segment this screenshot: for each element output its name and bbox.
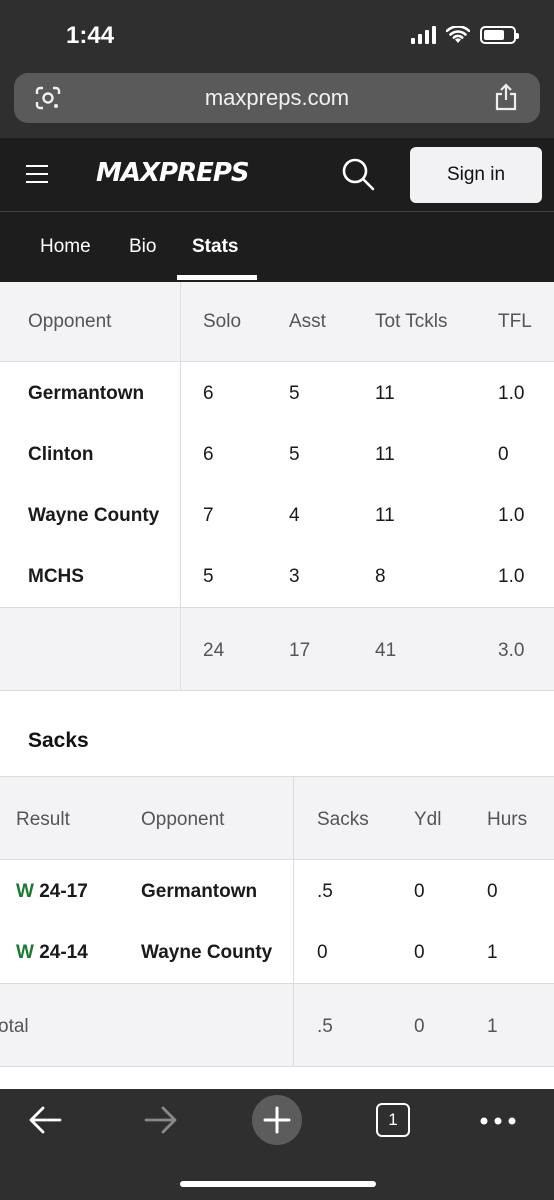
column-header[interactable]: Opponent	[141, 809, 224, 831]
opponent-cell[interactable]: MCHS	[28, 566, 84, 588]
profile-tabs: Home Bio Stats	[0, 212, 554, 282]
new-tab-plus-icon[interactable]	[251, 1094, 303, 1146]
status-time: 1:44	[66, 22, 115, 49]
more-options-icon[interactable]	[480, 1117, 516, 1125]
hamburger-menu-icon[interactable]	[26, 165, 48, 183]
column-header[interactable]: Ydl	[414, 809, 441, 831]
tab-bio[interactable]: Bio	[129, 212, 156, 282]
opponent-cell[interactable]: Germantown	[141, 881, 257, 903]
column-header[interactable]: Solo	[203, 311, 241, 333]
score[interactable]: 24-14	[39, 942, 88, 963]
table-body: W 24-17 Germantown .5 0 0 W 24-14 Wayne …	[0, 860, 554, 983]
forward-arrow-icon[interactable]	[144, 1105, 178, 1135]
total-tfl: 3.0	[498, 640, 525, 661]
table-header-row: Opponent Solo Asst Tot Tckls TFL	[0, 282, 554, 362]
column-header[interactable]: Opponent	[28, 311, 111, 333]
solo-cell: 6	[203, 444, 214, 465]
result-cell: W 24-17	[16, 881, 88, 903]
totals-row: otal .5 0 1	[0, 983, 554, 1067]
asst-cell: 4	[289, 505, 300, 526]
totals-row: 24 17 41 3.0	[0, 607, 554, 691]
opponent-cell[interactable]: Clinton	[28, 444, 93, 466]
result-cell: W 24-14	[16, 942, 88, 964]
tab-switcher-icon[interactable]: 1	[376, 1103, 410, 1137]
tab-stats[interactable]: Stats	[192, 212, 238, 282]
tot-tckls-cell: 8	[375, 566, 386, 587]
wifi-icon	[446, 26, 470, 43]
status-icons	[411, 26, 519, 44]
total-ydl: 0	[414, 1016, 425, 1037]
home-indicator[interactable]	[180, 1181, 376, 1187]
asst-cell: 3	[289, 566, 300, 587]
asst-cell: 5	[289, 444, 300, 465]
tab-home[interactable]: Home	[40, 212, 91, 282]
tfl-cell: 1.0	[498, 383, 525, 404]
ydl-cell: 0	[414, 881, 425, 902]
back-arrow-icon[interactable]	[28, 1105, 62, 1135]
sacks-section-title: Sacks	[28, 729, 89, 752]
asst-cell: 5	[289, 383, 300, 404]
sacks-cell: 0	[317, 942, 328, 963]
column-header[interactable]: Asst	[289, 311, 326, 333]
cellular-signal-icon	[411, 26, 436, 44]
search-icon[interactable]	[340, 156, 376, 192]
column-header[interactable]: Hurs	[487, 809, 527, 831]
win-badge: W	[16, 942, 34, 963]
table-header-row: Result Opponent Sacks Ydl Hurs	[0, 776, 554, 860]
tot-tckls-cell: 11	[375, 383, 395, 404]
url-text: maxpreps.com	[204, 85, 350, 110]
opponent-cell[interactable]: Wayne County	[141, 942, 272, 964]
total-asst: 17	[289, 640, 311, 661]
tot-tckls-cell: 11	[375, 505, 395, 526]
tfl-cell: 1.0	[498, 505, 525, 526]
maxpreps-logo[interactable]: MAXPREPS	[96, 158, 250, 188]
browser-chrome: 1:44 maxpreps.com	[0, 0, 554, 138]
hurs-cell: 0	[487, 881, 498, 902]
total-label: otal	[0, 1016, 29, 1037]
solo-cell: 5	[203, 566, 214, 587]
column-divider	[180, 282, 181, 691]
solo-cell: 6	[203, 383, 214, 404]
stats-content[interactable]: Opponent Solo Asst Tot Tckls TFL Germant…	[0, 282, 554, 1089]
sacks-cell: .5	[317, 881, 333, 902]
address-bar[interactable]: maxpreps.com	[14, 73, 540, 123]
hurs-cell: 1	[487, 942, 498, 963]
column-header[interactable]: Result	[16, 809, 70, 831]
ydl-cell: 0	[414, 942, 425, 963]
sign-in-button[interactable]: Sign in	[410, 147, 542, 203]
win-badge: W	[16, 881, 34, 902]
score[interactable]: 24-17	[39, 881, 88, 902]
battery-icon	[480, 26, 519, 44]
column-header[interactable]: Tot Tckls	[375, 311, 448, 333]
tot-tckls-cell: 11	[375, 444, 395, 465]
opponent-cell[interactable]: Germantown	[28, 383, 144, 405]
tfl-cell: 0	[498, 444, 509, 465]
column-divider	[293, 776, 294, 1067]
total-sacks: .5	[317, 1016, 333, 1037]
total-tot-tckls: 41	[375, 640, 397, 661]
total-hurs: 1	[487, 1016, 498, 1037]
active-tab-indicator	[177, 275, 257, 280]
column-header[interactable]: Sacks	[317, 809, 369, 831]
share-icon[interactable]	[494, 83, 518, 111]
tfl-cell: 1.0	[498, 566, 525, 587]
opponent-cell[interactable]: Wayne County	[28, 505, 159, 527]
total-solo: 24	[203, 640, 225, 661]
google-lens-icon[interactable]	[34, 85, 62, 111]
table-body: Germantown 6 5 11 1.0 Clinton 6 5 11 0 W…	[0, 362, 554, 607]
site-header: MAXPREPS Sign in	[0, 138, 554, 212]
solo-cell: 7	[203, 505, 214, 526]
column-header[interactable]: TFL	[498, 311, 532, 333]
